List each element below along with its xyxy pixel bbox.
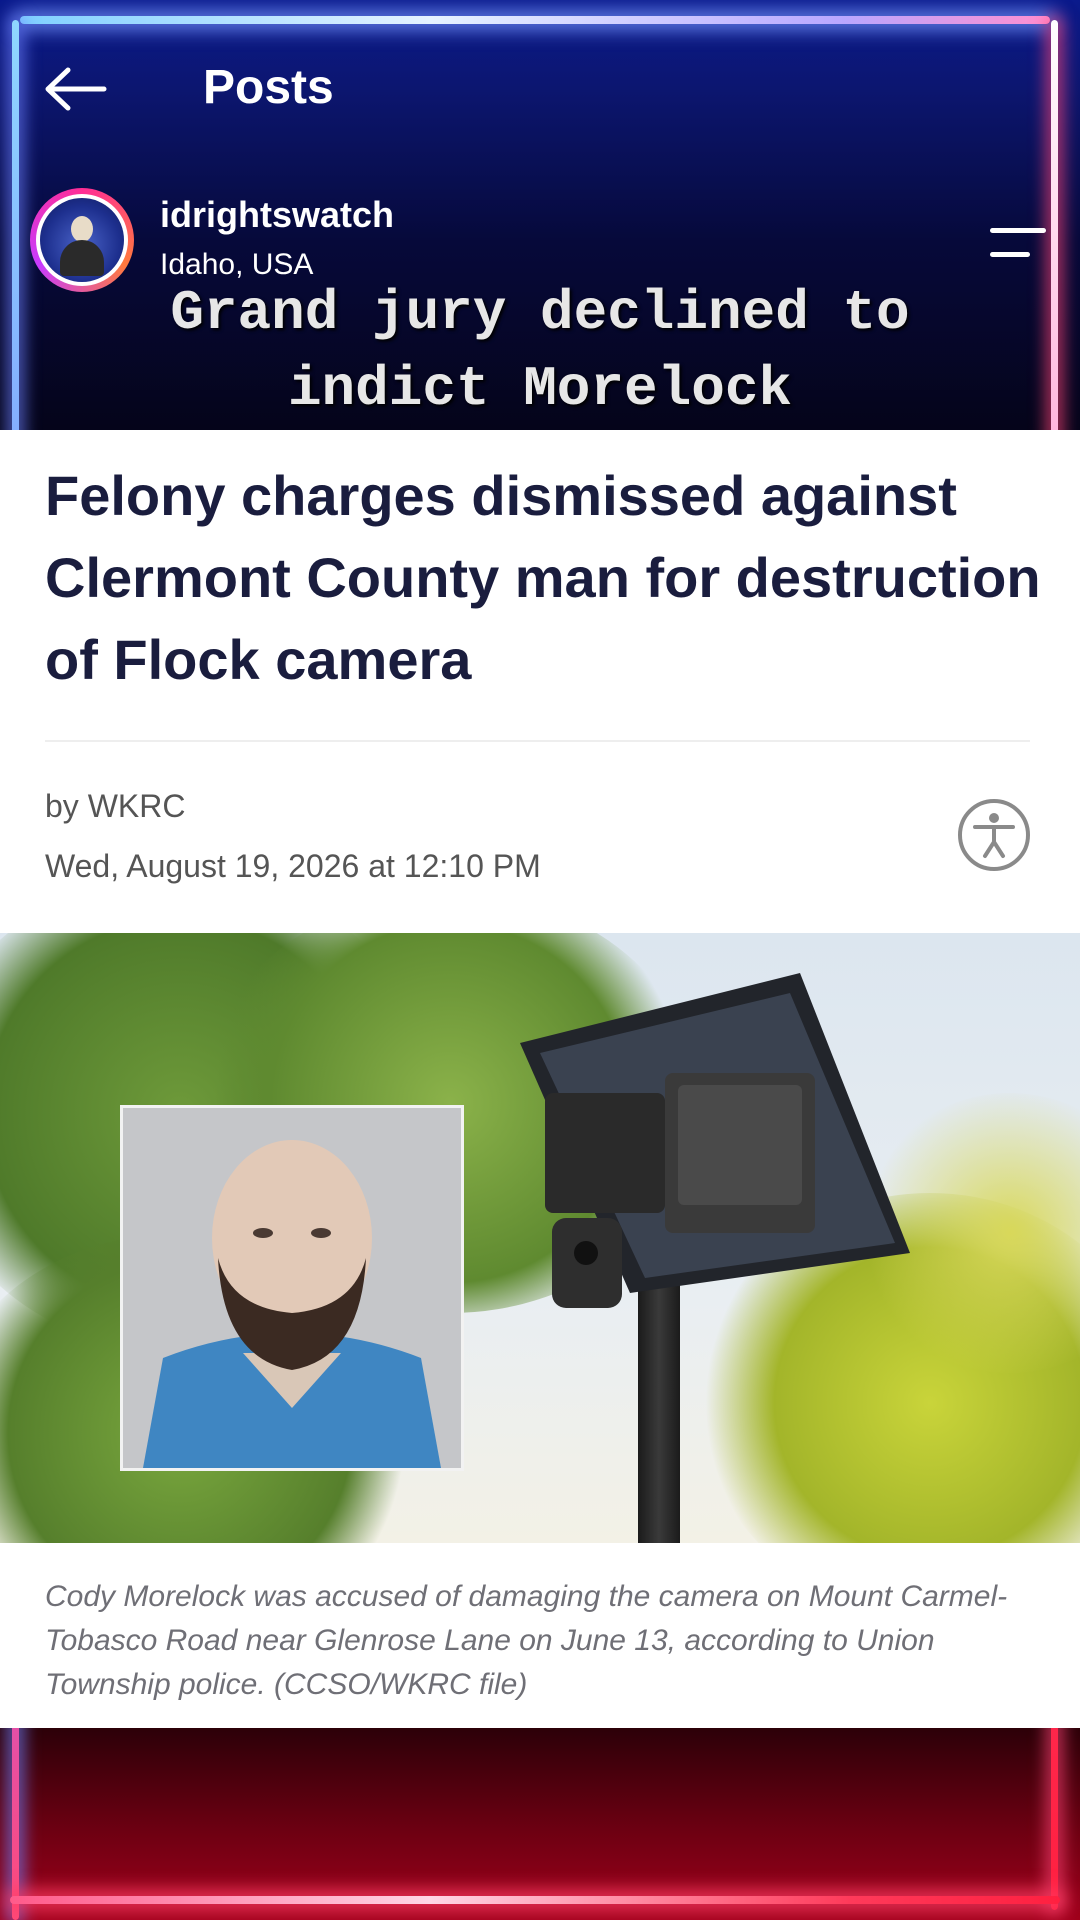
neon-frame-bottom	[10, 1896, 1060, 1904]
caption-line-2: indict Morelock	[287, 357, 793, 421]
mugshot-photo	[120, 1105, 464, 1471]
arrow-left-icon	[45, 67, 107, 111]
accessibility-button[interactable]	[957, 798, 1031, 872]
flock-camera	[520, 973, 910, 1308]
page-title: Posts	[203, 61, 334, 114]
divider	[45, 740, 1030, 742]
post-header: idrightswatch Idaho, USA	[0, 180, 1080, 292]
accessibility-icon	[958, 799, 1030, 871]
avatar-image	[40, 198, 124, 282]
caption-line-1: Grand jury declined to	[170, 281, 910, 345]
username[interactable]: idrightswatch	[160, 194, 394, 236]
menu-button[interactable]	[986, 228, 1046, 264]
article-byline: by WKRC	[45, 788, 186, 824]
photo-caption-box: Cody Morelock was accused of damaging th…	[0, 1543, 1080, 1728]
article-card: Felony charges dismissed against Clermon…	[0, 430, 1080, 933]
app-header: Posts	[0, 40, 1080, 140]
neon-frame-top	[20, 16, 1050, 24]
photo-caption: Cody Morelock was accused of damaging th…	[45, 1580, 1008, 1701]
video-caption-overlay: Grand jury declined to indict Morelock	[60, 275, 1020, 427]
article-headline: Felony charges dismissed against Clermon…	[45, 464, 1041, 691]
back-button[interactable]	[40, 62, 110, 116]
menu-icon	[990, 228, 1046, 233]
footer-background	[0, 1725, 1080, 1920]
article-photo	[0, 933, 1080, 1543]
article-date: Wed, August 19, 2026 at 12:10 PM	[45, 848, 541, 884]
